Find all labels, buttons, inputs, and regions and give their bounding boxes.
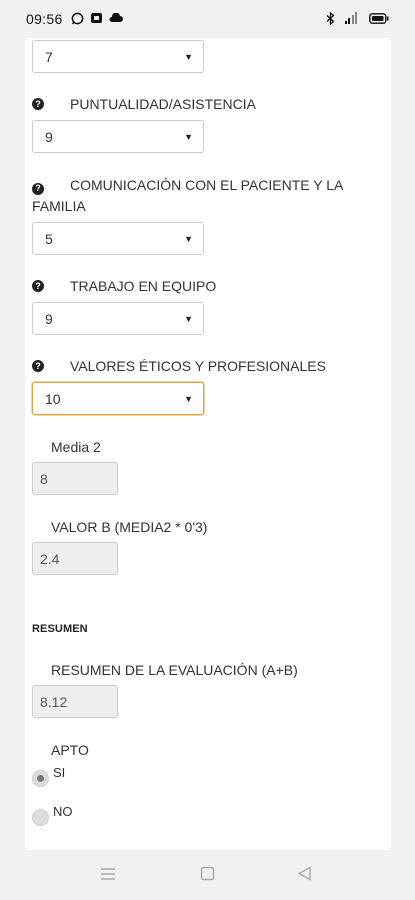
field-resumen-input: 8.12 [32,685,118,718]
valores-select[interactable]: 10 ▼ [32,382,204,415]
field-puntualidad-input: 9 ▼ [32,120,204,153]
field-comunicacion: ? COMUNICACIÓN CON EL PACIENTE Y LA FAMIL… [32,175,362,217]
radio-option-no[interactable]: NO [32,804,73,826]
field-valor-b-input: 2.4 [32,542,118,575]
field-comunicacion-input: 5 ▼ [32,222,204,255]
select-value: 9 [45,128,53,145]
chevron-down-icon: ▼ [184,51,193,62]
field-trabajo-input: 9 ▼ [32,302,204,335]
radio-option-si[interactable]: SI [32,765,65,787]
radio-label: SI [53,765,66,780]
field-label: APTO [51,742,89,758]
bluetooth-icon [326,11,335,27]
valor-b-readonly-input: 2.4 [32,542,118,575]
field-previous: 7 ▼ [32,40,204,73]
puntualidad-select[interactable]: 9 ▼ [32,120,204,153]
select-value: 10 [45,390,61,407]
radio-label: NO [53,804,73,819]
help-icon[interactable]: ? [32,182,44,195]
field-label: VALORES ÉTICOS Y PROFESIONALES [70,358,326,374]
battery-icon [369,12,389,26]
select-value: 9 [45,310,53,327]
select-value: 7 [45,48,53,65]
field-label: RESUMEN DE LA EVALUACIÓN (A+B) [51,662,298,678]
comunicacion-select[interactable]: 5 ▼ [32,222,204,255]
field-valor-b: VALOR B (MEDIA2 * 0'3) [32,517,207,537]
evaluation-form: 7 ▼ ? PUNTUALIDAD/ASISTENCIA 9 ▼ ? COMUNI… [25,38,391,850]
chevron-down-icon: ▼ [184,313,193,324]
field-label: COMUNICACIÓN CON EL PACIENTE Y LA FAMILI… [32,177,343,214]
media2-readonly-input: 8 [32,462,118,495]
whatsapp-icon [71,12,84,27]
field-resumen: RESUMEN DE LA EVALUACIÓN (A+B) [32,660,298,680]
field-media2: Media 2 [32,437,101,457]
field-label: PUNTUALIDAD/ASISTENCIA [70,96,256,112]
field-trabajo: ? TRABAJO EN EQUIPO [32,276,216,297]
chevron-down-icon: ▼ [184,393,193,404]
back-icon[interactable] [297,866,312,884]
field-valores-input: 10 ▼ [32,382,204,415]
field-valores: ? VALORES ÉTICOS Y PROFESIONALES [32,356,326,377]
trabajo-select[interactable]: 9 ▼ [32,302,204,335]
help-icon[interactable]: ? [32,98,44,110]
app-notification-icon [90,12,103,26]
chevron-down-icon: ▼ [184,131,193,142]
section-title: RESUMEN [32,623,88,635]
status-bar: 09:56 [0,0,415,38]
radio-button[interactable] [32,770,49,787]
system-nav-bar [0,850,415,900]
home-icon[interactable] [200,866,215,884]
help-icon[interactable]: ? [32,360,44,372]
field-media2-input: 8 [32,462,118,495]
field-puntualidad: ? PUNTUALIDAD/ASISTENCIA [32,94,256,115]
radio-button[interactable] [32,809,49,826]
field-label: Media 2 [51,439,101,455]
resumen-readonly-input: 8.12 [32,685,118,718]
cloud-icon [109,12,123,25]
section-resumen: RESUMEN [32,623,88,635]
field-label: TRABAJO EN EQUIPO [70,278,217,294]
chevron-down-icon: ▼ [184,233,193,244]
status-time: 09:56 [26,11,63,27]
field-label: VALOR B (MEDIA2 * 0'3) [51,519,208,535]
field-apto: APTO [32,740,89,760]
select-value: 5 [45,230,53,247]
previous-score-select[interactable]: 7 ▼ [32,40,204,73]
help-icon[interactable]: ? [32,280,44,292]
signal-icon [344,11,360,27]
menu-icon[interactable] [100,866,116,884]
